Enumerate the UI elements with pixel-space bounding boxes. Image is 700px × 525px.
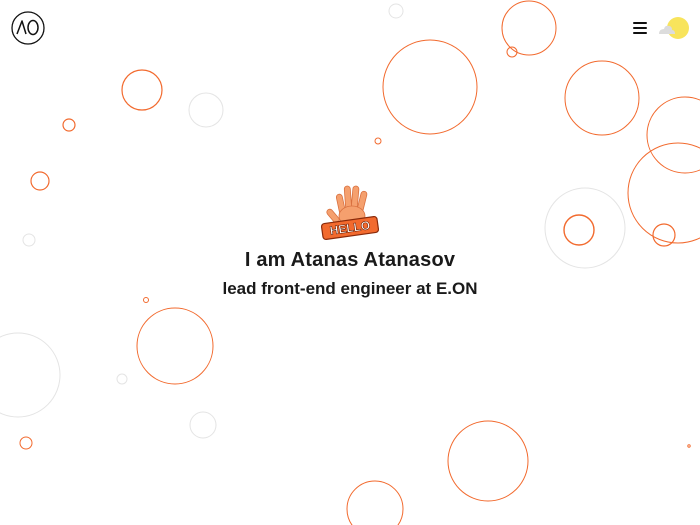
bubble-circle [121,69,163,111]
hero-role: lead front-end engineer at E.ON [222,279,478,298]
hero-name: I am Atanas Atanasov [244,249,456,271]
bubble-circle [388,3,404,19]
hero-section: HELLO I am Atanas Atanasov lead front-en… [0,182,700,300]
logo-icon[interactable] [11,11,45,45]
hello-waving-hand-icon: HELLO [320,185,380,241]
bubble-circle [116,373,128,385]
bubble-circle [188,92,224,128]
bubble-circle [136,307,214,385]
bubble-circle [374,137,382,145]
bubble-circle [62,118,76,132]
bubble-circle [646,96,700,174]
theme-toggle-sun-icon[interactable] [656,14,692,42]
hamburger-menu-icon[interactable] [633,20,649,36]
bubble-circle [687,444,691,448]
bubble-circle [382,39,478,135]
bubble-circle [564,60,640,136]
menu-line [633,27,647,29]
bubble-circle [0,332,61,418]
menu-line [633,32,647,34]
bubble-circle [189,411,217,439]
bubble-circle [346,480,404,525]
bubble-circle [447,420,529,502]
menu-line [633,22,647,24]
bubble-circle [19,436,33,450]
